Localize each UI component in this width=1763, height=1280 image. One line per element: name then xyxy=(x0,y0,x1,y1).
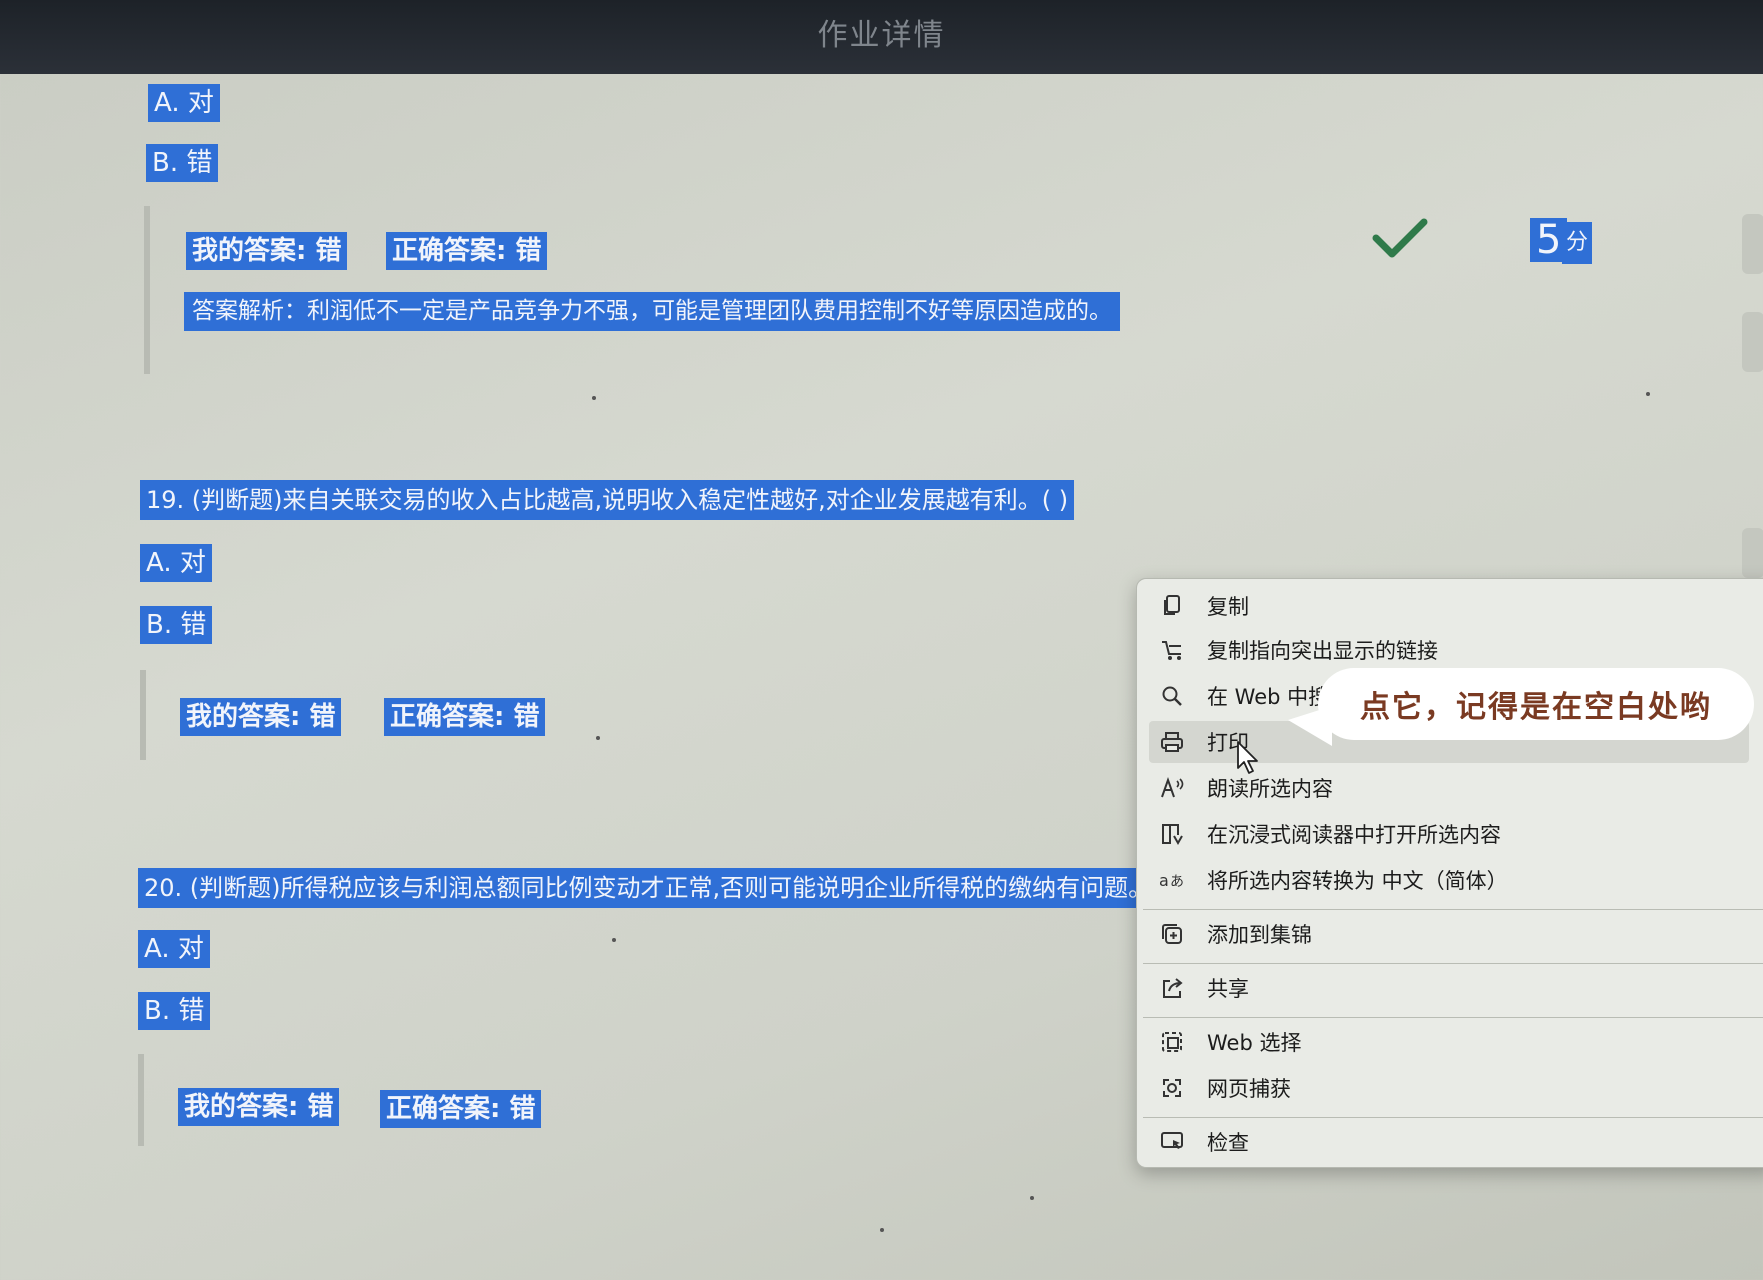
side-tab[interactable] xyxy=(1742,528,1763,578)
q18-option-a[interactable]: A. 对 xyxy=(148,84,220,122)
menu-item-immersive-reader[interactable]: 在沉浸式阅读器中打开所选内容 xyxy=(1149,813,1749,855)
web-select-icon xyxy=(1159,1029,1185,1055)
menu-item-label: Web 选择 xyxy=(1207,1031,1302,1055)
q19-my-answer: 我的答案: 错 xyxy=(180,698,342,736)
menu-item-label: 在沉浸式阅读器中打开所选内容 xyxy=(1207,823,1501,847)
menu-item-add-to-collections[interactable]: 添加到集锦 xyxy=(1149,913,1749,955)
menu-item-label: 网页捕获 xyxy=(1207,1077,1291,1101)
q20-option-a[interactable]: A. 对 xyxy=(138,930,210,968)
q18-my-answer: 我的答案: 错 xyxy=(186,232,348,270)
screen-speck xyxy=(596,736,600,740)
menu-divider xyxy=(1143,963,1763,964)
menu-item-label: 共享 xyxy=(1207,977,1249,1001)
menu-item-share[interactable]: 共享 xyxy=(1149,967,1749,1009)
menu-item-label: 将所选内容转换为 中文（简体） xyxy=(1207,869,1508,893)
page-title: 作业详情 xyxy=(817,18,946,53)
q20-answer-bar xyxy=(138,1054,144,1146)
check-icon xyxy=(1372,218,1428,258)
menu-divider xyxy=(1143,909,1763,910)
svg-text:a: a xyxy=(1159,871,1169,890)
menu-divider xyxy=(1143,1017,1763,1018)
q19-correct-answer: 正确答案: 错 xyxy=(384,698,546,736)
menu-item-web-capture[interactable]: 网页捕获 xyxy=(1149,1067,1749,1109)
collections-icon xyxy=(1159,921,1185,947)
inspect-icon xyxy=(1159,1129,1185,1155)
menu-item-label: 朗读所选内容 xyxy=(1207,777,1333,801)
menu-item-translate[interactable]: aあ 将所选内容转换为 中文（简体） xyxy=(1149,859,1749,901)
menu-item-web-select[interactable]: Web 选择 xyxy=(1149,1021,1749,1063)
side-tab[interactable] xyxy=(1742,312,1763,372)
q20-correct-answer: 正确答案: 错 xyxy=(380,1090,542,1128)
q20-my-answer: 我的答案: 错 xyxy=(178,1088,340,1126)
q19-answer-bar xyxy=(140,670,146,760)
svg-text:あ: あ xyxy=(1170,874,1184,890)
link-icon xyxy=(1159,637,1185,663)
q18-score-unit: 分 xyxy=(1562,222,1593,264)
menu-item-label: 复制指向突出显示的链接 xyxy=(1207,639,1438,663)
menu-item-inspect[interactable]: 检查 xyxy=(1149,1121,1749,1163)
screen-speck xyxy=(880,1228,884,1232)
q18-answer-bar xyxy=(144,206,150,374)
q18-analysis: 答案解析：利润低不一定是产品竞争力不强，可能是管理团队费用控制不好等原因造成的。 xyxy=(184,292,1120,331)
menu-item-copy[interactable]: 复制 xyxy=(1149,585,1749,627)
copy-icon xyxy=(1159,593,1185,619)
read-aloud-icon xyxy=(1159,775,1185,801)
q18-correct-answer: 正确答案: 错 xyxy=(386,232,548,270)
screen-speck xyxy=(612,938,616,942)
q18-option-b[interactable]: B. 错 xyxy=(146,144,219,182)
printer-icon xyxy=(1159,729,1185,755)
search-icon xyxy=(1159,683,1185,709)
q19-option-b[interactable]: B. 错 xyxy=(140,606,213,644)
menu-item-label: 添加到集锦 xyxy=(1207,923,1312,947)
translate-icon: aあ xyxy=(1159,867,1185,893)
share-icon xyxy=(1159,975,1185,1001)
side-tab[interactable] xyxy=(1742,214,1763,274)
screen-speck xyxy=(1030,1196,1034,1200)
screen-speck xyxy=(592,396,596,400)
q20-option-b[interactable]: B. 错 xyxy=(138,992,211,1030)
q19-option-a[interactable]: A. 对 xyxy=(140,544,212,582)
mouse-cursor-icon xyxy=(1237,741,1258,774)
q20-question: 20. (判断题)所得税应该与利润总额同比例变动才正常,否则可能说明企业所得税的… xyxy=(138,868,1159,908)
q19-question: 19. (判断题)来自关联交易的收入占比越高,说明收入稳定性越好,对企业发展越有… xyxy=(140,480,1075,520)
menu-divider xyxy=(1143,1117,1763,1118)
immersive-reader-icon xyxy=(1159,821,1185,847)
capture-icon xyxy=(1159,1075,1185,1101)
annotation-bubble: 点它，记得是在空白处哟 xyxy=(1318,668,1754,740)
screen-speck xyxy=(1646,392,1650,396)
menu-item-copy-link[interactable]: 复制指向突出显示的链接 xyxy=(1149,629,1749,671)
top-bar: 作业详情 xyxy=(0,0,1763,74)
context-menu: 复制 复制指向突出显示的链接 在 Web 中搜索 打印 朗读所选内容 在沉浸式阅… xyxy=(1136,578,1763,1168)
menu-item-label: 检查 xyxy=(1207,1131,1249,1155)
menu-item-label: 复制 xyxy=(1207,595,1249,619)
